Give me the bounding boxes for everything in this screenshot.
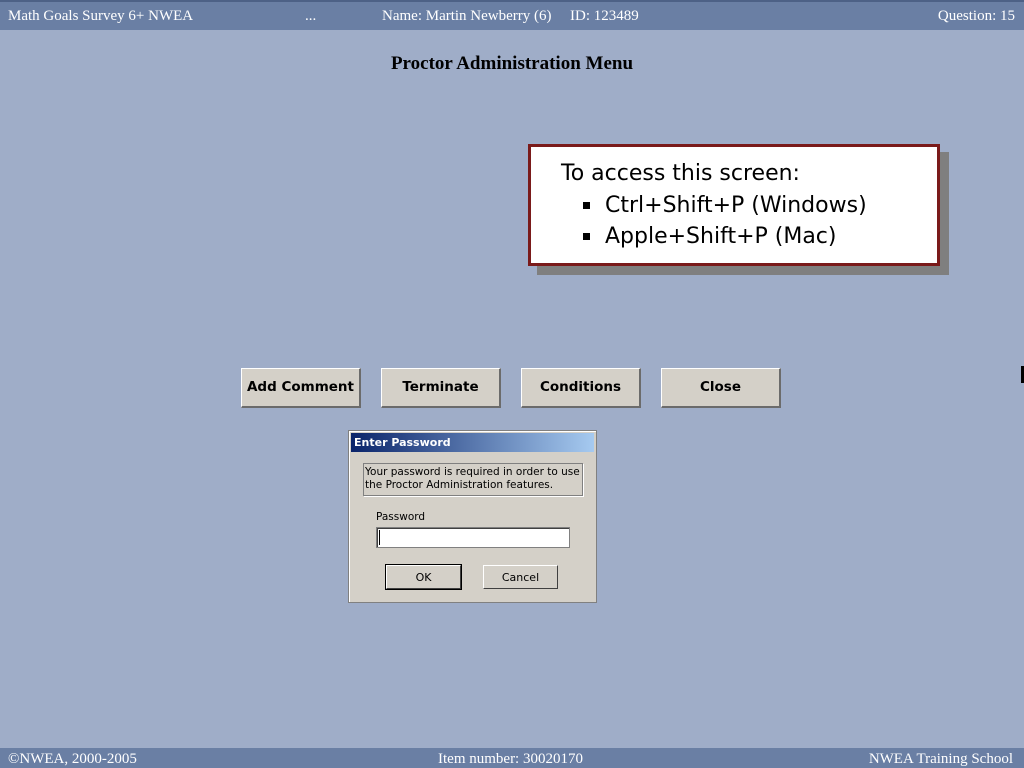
shortcut-mac: Apple+Shift+P (Mac) [579, 224, 867, 255]
password-input[interactable] [376, 527, 570, 548]
student-id: ID: 123489 [570, 8, 639, 24]
page-title: Proctor Administration Menu [390, 53, 634, 74]
close-button[interactable]: Close [661, 368, 781, 408]
bullet-square-icon [583, 233, 590, 240]
text-caret [379, 530, 380, 545]
header-bar: Math Goals Survey 6+ NWEA ... Name: Mart… [0, 0, 1024, 30]
header-ellipsis: ... [305, 8, 317, 24]
question-number: Question: 15 [937, 8, 1015, 24]
dialog-titlebar[interactable]: Enter Password [351, 433, 594, 452]
dialog-message: Your password is required in order to us… [363, 463, 583, 496]
footer-bar: ©NWEA, 2000-2005 Item number: 30020170 N… [0, 748, 1024, 768]
add-comment-button[interactable]: Add Comment [241, 368, 361, 408]
enter-password-dialog: Enter Password Your password is required… [348, 430, 597, 603]
student-name: Name: Martin Newberry (6) [382, 8, 552, 24]
dialog-title: Enter Password [354, 436, 451, 449]
password-label: Password [376, 511, 426, 523]
bullet-square-icon [583, 202, 590, 209]
test-name: Math Goals Survey 6+ NWEA [8, 8, 194, 24]
shortcut-windows: Ctrl+Shift+P (Windows) [579, 193, 867, 224]
shortcut-mac-text: Apple+Shift+P (Mac) [605, 224, 837, 249]
school-name: NWEA Training School [868, 751, 1013, 767]
access-instructions-callout: To access this screen: Ctrl+Shift+P (Win… [528, 144, 940, 266]
item-number: Item number: 30020170 [438, 751, 583, 767]
ok-button[interactable]: OK [385, 564, 462, 590]
callout-heading: To access this screen: [561, 161, 800, 186]
shortcut-list: Ctrl+Shift+P (Windows) Apple+Shift+P (Ma… [579, 193, 867, 255]
conditions-button[interactable]: Conditions [521, 368, 641, 408]
copyright: ©NWEA, 2000-2005 [8, 751, 137, 767]
terminate-button[interactable]: Terminate [381, 368, 501, 408]
shortcut-windows-text: Ctrl+Shift+P (Windows) [605, 193, 867, 218]
cancel-button[interactable]: Cancel [483, 565, 558, 589]
